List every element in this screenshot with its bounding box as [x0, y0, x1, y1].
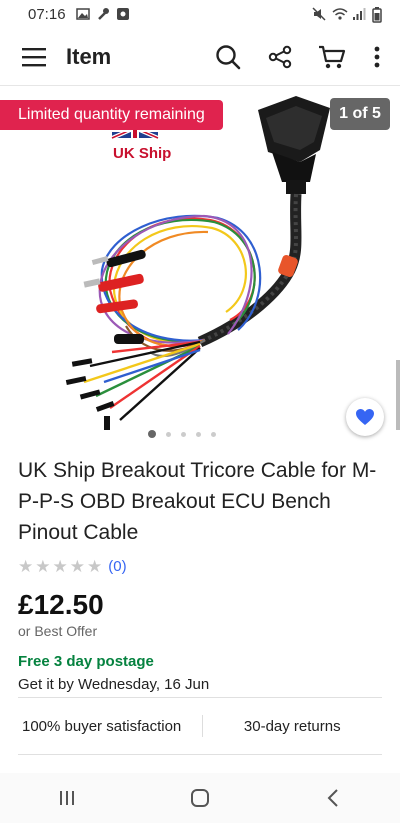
- home-icon[interactable]: [170, 778, 230, 818]
- star-icon: ★: [35, 557, 51, 576]
- wifi-icon: [332, 7, 348, 21]
- back-icon[interactable]: [303, 778, 363, 818]
- returns-policy: 30-day returns: [243, 717, 341, 735]
- star-icon: ★: [18, 557, 34, 576]
- mute-icon: [312, 7, 326, 21]
- cart-icon[interactable]: [310, 35, 354, 79]
- star-icon: ★: [69, 557, 85, 576]
- buyer-satisfaction: 100% buyer satisfaction: [22, 717, 182, 735]
- status-time: 07:16: [28, 5, 66, 23]
- rating-row[interactable]: ★ ★ ★ ★ ★ (0): [18, 558, 382, 575]
- image-counter: 1 of 5: [330, 98, 390, 130]
- product-image: [65, 96, 330, 430]
- signal-icon: [352, 7, 366, 21]
- obd-connector: [258, 96, 330, 194]
- app-bar: Item: [0, 28, 400, 86]
- menu-icon[interactable]: [16, 39, 52, 75]
- gallery-icon: [75, 7, 90, 21]
- price: £12.50: [18, 589, 104, 620]
- carousel-dot-4[interactable]: [196, 431, 201, 437]
- heart-icon: [356, 409, 374, 425]
- star-icon: ★: [52, 557, 68, 576]
- scroll-edge-indicator: [396, 360, 400, 430]
- best-offer-label: or Best Offer: [18, 623, 98, 639]
- recent-apps-icon[interactable]: [37, 778, 97, 818]
- shipping-info: Free 3 day postage: [18, 653, 154, 670]
- status-bar: 07:16: [0, 0, 400, 28]
- carousel-dots[interactable]: [0, 430, 382, 438]
- battery-icon: [372, 7, 386, 23]
- more-options-icon[interactable]: [362, 35, 392, 79]
- product-image-carousel[interactable]: Limited quantity remaining 1 of 5 UK Shi…: [0, 90, 400, 430]
- product-title: UK Ship Breakout Tricore Cable for M-P-P…: [18, 459, 377, 544]
- share-icon[interactable]: [258, 35, 302, 79]
- product-details: UK Ship Breakout Tricore Cable for M-P-P…: [18, 455, 382, 693]
- search-icon[interactable]: [206, 35, 250, 79]
- rating-stars: ★ ★ ★ ★ ★: [18, 558, 102, 575]
- rating-count-link[interactable]: (0): [108, 558, 126, 575]
- carousel-dot-2[interactable]: [166, 431, 171, 437]
- system-nav-bar: [0, 773, 400, 823]
- delivery-estimate: Get it by Wednesday, 16 Jun: [18, 676, 210, 693]
- carousel-dot-5[interactable]: [211, 431, 216, 437]
- carousel-dot-1[interactable]: [148, 430, 156, 438]
- page-title: Item: [66, 43, 112, 69]
- trust-row: 100% buyer satisfaction 30-day returns: [18, 697, 382, 755]
- carousel-dot-3[interactable]: [181, 431, 186, 437]
- wrench-icon: [96, 7, 110, 21]
- star-icon: ★: [87, 557, 103, 576]
- app-notification-icon: [116, 7, 130, 21]
- limited-quantity-badge: Limited quantity remaining: [0, 100, 223, 130]
- uk-ship-label: UK Ship: [113, 145, 172, 162]
